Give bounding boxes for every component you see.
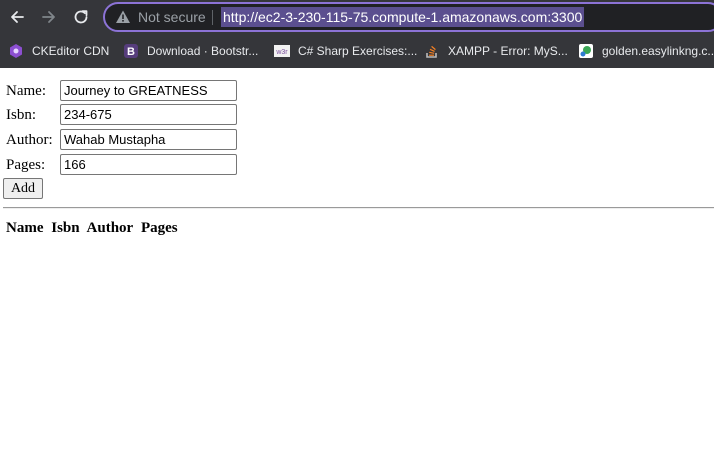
name-input[interactable]: Journey to GREATNESS	[60, 80, 237, 101]
bookmark-stackoverflow[interactable]: XAMPP - Error: MyS...	[424, 42, 568, 60]
bookmark-label: CKEditor CDN	[32, 44, 110, 58]
column-header-name: Name	[6, 220, 44, 236]
bookmark-label: C# Sharp Exercises:...	[298, 44, 418, 58]
browser-toolbar: Not secure http://ec2-3-230-115-75.compu…	[0, 0, 714, 35]
forward-arrow-icon	[42, 11, 55, 23]
bookmark-w3resource[interactable]: w3r C# Sharp Exercises:...	[274, 42, 417, 60]
pages-label: Pages:	[6, 157, 46, 173]
reload-button[interactable]	[68, 4, 94, 30]
bookmark-label: golden.easylinkng.c...	[602, 44, 714, 58]
column-header-author: Author	[86, 220, 134, 236]
address-bar[interactable]: Not secure http://ec2-3-230-115-75.compu…	[103, 2, 714, 32]
ckeditor-icon	[8, 43, 24, 59]
svg-text:w3r: w3r	[275, 49, 288, 56]
isbn-input[interactable]: 234-675	[60, 104, 237, 125]
horizontal-divider	[3, 207, 714, 209]
w3r-icon: w3r	[274, 43, 290, 59]
back-button[interactable]	[4, 4, 30, 30]
warning-icon	[116, 10, 130, 23]
url-text[interactable]: http://ec2-3-230-115-75.compute-1.amazon…	[221, 7, 585, 27]
bookmark-label: XAMPP - Error: MyS...	[448, 44, 568, 58]
bootstrap-icon: B	[123, 43, 139, 59]
add-button[interactable]: Add	[3, 178, 43, 199]
easylink-icon	[578, 43, 594, 59]
bookmark-bootstrap[interactable]: B Download · Bootstr...	[123, 42, 258, 60]
table-header-row: Name Isbn Author Pages	[6, 220, 182, 240]
forward-button[interactable]	[36, 4, 62, 30]
bookmark-easylink[interactable]: golden.easylinkng.c...	[578, 42, 714, 60]
author-input[interactable]: Wahab Mustapha	[60, 129, 237, 150]
column-header-pages: Pages	[140, 220, 178, 236]
column-header-isbn: Isbn	[51, 220, 80, 236]
pages-input[interactable]: 166	[60, 154, 237, 175]
page-content: Name: Journey to GREATNESS Isbn: 234-675…	[0, 68, 714, 472]
bookmark-label: Download · Bootstr...	[147, 44, 259, 58]
reload-icon	[74, 10, 88, 24]
bookmarks-bar: CKEditor CDN B Download · Bootstr... w3r…	[0, 35, 714, 68]
name-label: Name:	[6, 83, 46, 99]
omnibox-divider	[212, 10, 213, 25]
stackoverflow-icon	[424, 43, 440, 59]
back-arrow-icon	[11, 11, 24, 23]
isbn-label: Isbn:	[6, 107, 36, 123]
bookmark-ckeditor[interactable]: CKEditor CDN	[8, 42, 109, 60]
security-status-label[interactable]: Not secure	[138, 9, 206, 25]
svg-text:B: B	[127, 46, 135, 58]
author-label: Author:	[6, 132, 53, 148]
